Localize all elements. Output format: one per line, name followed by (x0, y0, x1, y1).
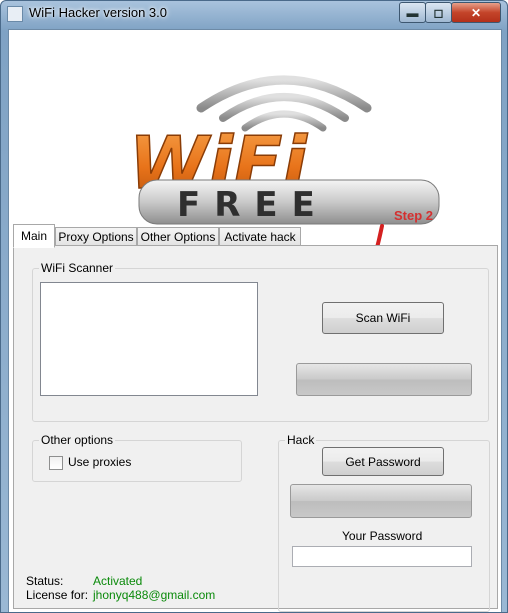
minimize-icon: ▬ (406, 5, 419, 20)
maximize-button[interactable]: ◻ (425, 2, 452, 23)
tab-other-options[interactable]: Other Options (137, 227, 219, 247)
minimize-button[interactable]: ▬ (399, 2, 426, 23)
hack-group: Hack Get Password Your Password (278, 433, 490, 612)
scan-wifi-button[interactable]: Scan WiFi (322, 302, 444, 334)
main-tab-panel: WiFi Scanner Scan WiFi Other options Use… (13, 245, 498, 612)
get-password-button[interactable]: Get Password (322, 447, 444, 476)
svg-text:FREE: FREE (177, 185, 329, 225)
tab-proxy-options[interactable]: Proxy Options (55, 227, 137, 247)
wifi-scanner-label: WiFi Scanner (39, 261, 116, 275)
tab-activate-hack[interactable]: Activate hack (219, 227, 301, 247)
maximize-icon: ◻ (433, 5, 444, 20)
close-button[interactable]: ✕ (451, 2, 501, 23)
wifi-network-list[interactable] (40, 282, 258, 396)
tab-main[interactable]: Main (13, 224, 55, 248)
use-proxies-label: Use proxies (68, 455, 132, 469)
wifi-scanner-group: WiFi Scanner Scan WiFi (32, 261, 489, 422)
license-label: License for: (26, 588, 89, 602)
hack-label: Hack (285, 433, 317, 447)
password-output-field[interactable] (292, 546, 472, 567)
step-2-annotation: Step 2 (394, 208, 434, 223)
client-area: WiFi FREE Step 2 Main Proxy Options Othe… (8, 29, 502, 612)
other-options-label: Other options (39, 433, 116, 447)
app-window: WiFi Hacker version 3.0 ▬ ◻ ✕ WiFi FREE … (0, 0, 508, 613)
other-options-group: Other options Use proxies (32, 433, 242, 482)
hack-progress-bar (290, 484, 472, 518)
close-icon: ✕ (470, 5, 482, 20)
app-icon (7, 6, 23, 22)
license-value: jhonyq488@gmail.com (93, 588, 216, 602)
your-password-label: Your Password (342, 529, 423, 543)
use-proxies-checkbox[interactable] (49, 456, 63, 470)
window-title: WiFi Hacker version 3.0 (29, 5, 167, 20)
title-bar[interactable]: WiFi Hacker version 3.0 ▬ ◻ ✕ (1, 1, 507, 25)
status-label: Status: (26, 574, 64, 588)
status-value: Activated (93, 574, 143, 588)
scan-progress-bar (296, 363, 472, 396)
